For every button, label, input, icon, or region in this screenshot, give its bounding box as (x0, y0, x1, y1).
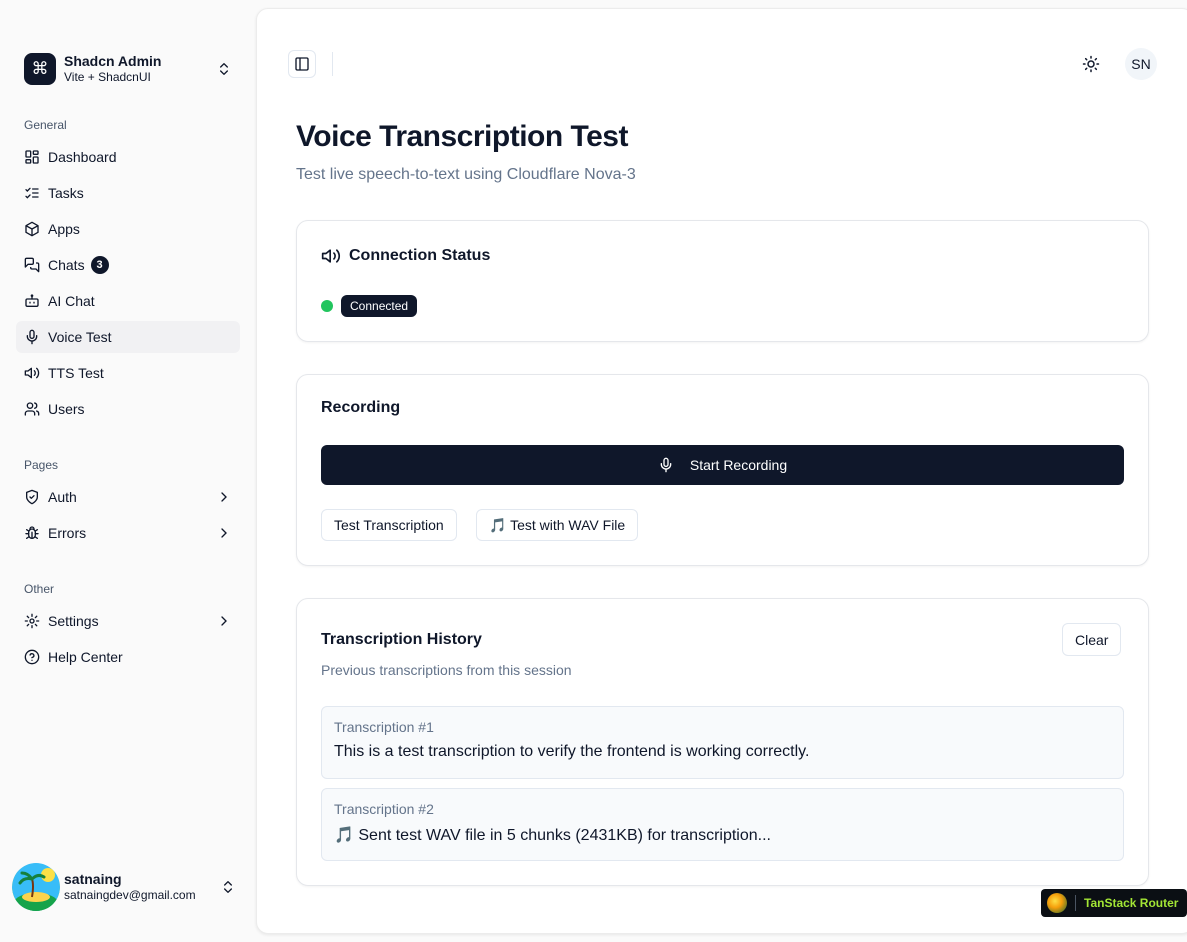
sun-icon (1082, 55, 1100, 73)
list-item: Transcription #2 🎵 Sent test WAV file in… (321, 788, 1124, 861)
page-title: Voice Transcription Test (296, 120, 628, 153)
list-item: Transcription #1 This is a test transcri… (321, 706, 1124, 779)
profile-avatar-button[interactable]: SN (1125, 48, 1157, 80)
transcription-label: Transcription #2 (334, 801, 434, 817)
history-title: Transcription History (321, 631, 482, 648)
sidebar: ⌘ Shadcn Admin Vite + ShadcnUI General D… (0, 0, 256, 942)
recording-card: Recording Start Recording Test Transcrip… (296, 374, 1149, 566)
sidebar-item-tasks[interactable]: Tasks (16, 177, 240, 209)
test-transcription-button[interactable]: Test Transcription (321, 509, 457, 541)
recording-title: Recording (321, 399, 401, 416)
tanstack-logo-icon (1047, 893, 1067, 913)
devtools-divider (1075, 895, 1076, 911)
bot-icon (24, 293, 40, 309)
start-recording-label: Start Recording (689, 457, 788, 473)
chats-count-badge: 3 (90, 256, 109, 274)
sidebar-item-apps[interactable]: Apps (16, 213, 240, 245)
volume-icon (24, 365, 40, 381)
sidebar-toggle-button[interactable] (288, 50, 316, 78)
avatar (12, 863, 60, 911)
start-recording-button[interactable]: Start Recording (321, 445, 1124, 485)
clear-history-button[interactable]: Clear (1062, 623, 1122, 656)
sidebar-item-label: Chats (48, 257, 85, 273)
sidebar-item-label: Auth (48, 489, 77, 505)
sidebar-item-label: TTS Test (48, 365, 104, 381)
sidebar-item-label: Voice Test (48, 329, 112, 345)
user-menu[interactable]: satnaing satnaingdev@gmail.com (8, 862, 240, 912)
help-circle-icon (24, 649, 40, 665)
tanstack-router-devtools-button[interactable]: TanStack Router (1041, 889, 1187, 917)
transcription-text: 🎵 Sent test WAV file in 5 chunks (2431KB… (334, 827, 771, 844)
sidebar-item-label: Help Center (48, 649, 123, 665)
island-avatar-icon (12, 863, 60, 911)
group-label-pages: Pages (24, 458, 59, 472)
mic-icon (24, 329, 40, 345)
panel-left-icon (295, 57, 309, 71)
sidebar-item-dashboard[interactable]: Dashboard (16, 141, 240, 173)
sidebar-item-label: Errors (48, 525, 87, 541)
list-checks-icon (24, 185, 40, 201)
users-icon (24, 401, 40, 417)
status-indicator-dot (321, 300, 333, 312)
chevron-right-icon (221, 528, 227, 538)
shield-check-icon (24, 489, 40, 505)
package-icon (24, 221, 40, 237)
gear-icon (24, 613, 40, 629)
group-label-general: General (24, 118, 67, 132)
connection-status-title: Connection Status (321, 246, 490, 266)
team-subtitle: Vite + ShadcnUI (64, 70, 151, 85)
test-wav-file-button[interactable]: 🎵 Test with WAV File (476, 509, 639, 541)
sidebar-item-voice-test[interactable]: Voice Test (16, 321, 240, 353)
transcription-history-card: Transcription History Clear Previous tra… (296, 598, 1149, 886)
messages-icon (24, 257, 40, 273)
sidebar-item-label: Apps (48, 221, 80, 237)
header-divider (332, 52, 333, 76)
bug-icon (24, 525, 40, 541)
sidebar-item-settings[interactable]: Settings (16, 605, 240, 637)
transcription-label: Transcription #1 (334, 719, 434, 735)
user-email: satnaingdev@gmail.com (64, 888, 196, 903)
layout-dashboard-icon (24, 149, 40, 165)
chevron-right-icon (221, 616, 227, 626)
sidebar-item-users[interactable]: Users (16, 393, 240, 425)
sidebar-item-ai-chat[interactable]: AI Chat (16, 285, 240, 317)
sidebar-item-help-center[interactable]: Help Center (16, 641, 240, 673)
team-name: Shadcn Admin (64, 53, 162, 70)
devtools-label: TanStack Router (1084, 896, 1179, 910)
status-badge: Connected (341, 295, 418, 317)
group-label-other: Other (24, 582, 55, 596)
page-subtitle: Test live speech-to-text using Cloudflar… (296, 166, 636, 183)
sidebar-item-auth[interactable]: Auth (16, 481, 240, 513)
transcription-text: This is a test transcription to verify t… (334, 743, 810, 760)
sidebar-item-tts-test[interactable]: TTS Test (16, 357, 240, 389)
sidebar-item-label: AI Chat (48, 293, 95, 309)
chevrons-up-down-icon (220, 63, 228, 75)
chevron-right-icon (221, 492, 227, 502)
team-switcher[interactable]: ⌘ Shadcn Admin Vite + ShadcnUI (16, 44, 240, 94)
sidebar-item-errors[interactable]: Errors (16, 517, 240, 549)
card-title-text: Connection Status (349, 247, 491, 264)
sidebar-item-label: Settings (48, 613, 99, 629)
connection-status-card: Connection Status Connected (296, 220, 1149, 342)
user-name: satnaing (64, 870, 122, 887)
history-description: Previous transcriptions from this sessio… (321, 662, 572, 678)
sidebar-item-chats[interactable]: Chats 3 (16, 249, 240, 281)
chevrons-up-down-icon (224, 881, 232, 893)
volume-icon (321, 249, 341, 263)
theme-toggle-button[interactable] (1076, 49, 1106, 79)
sidebar-item-label: Dashboard (48, 149, 117, 165)
mic-icon (660, 457, 672, 473)
command-icon: ⌘ (24, 53, 56, 85)
sidebar-item-label: Users (48, 401, 85, 417)
sidebar-item-label: Tasks (48, 185, 84, 201)
